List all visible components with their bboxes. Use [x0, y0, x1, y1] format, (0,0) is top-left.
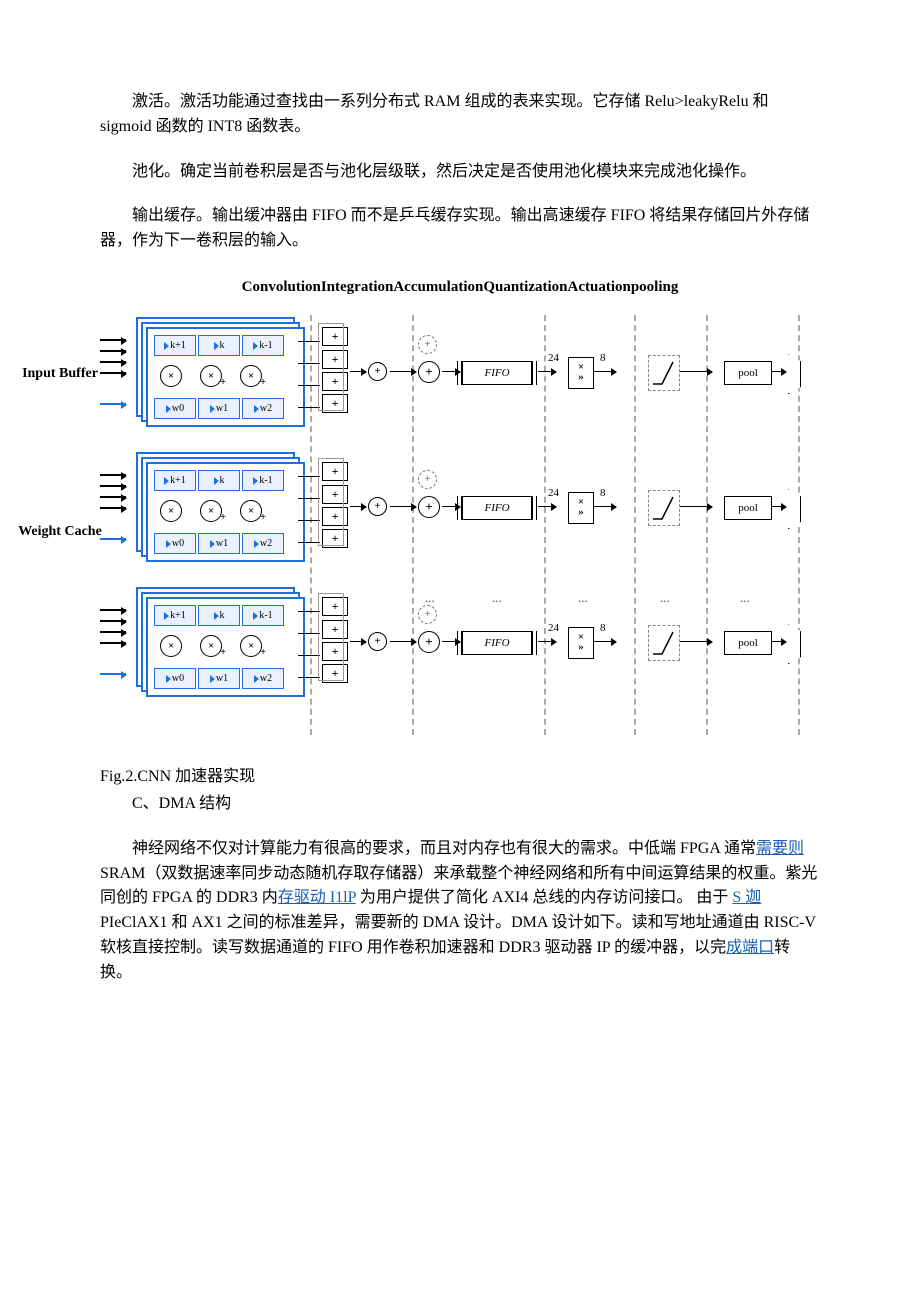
multiply-add-icon: × — [200, 365, 222, 387]
accumulator-icon: + — [418, 361, 440, 383]
link-sjia[interactable]: S 迦 — [732, 889, 761, 906]
reg-cell: k+1 — [154, 335, 196, 356]
text-run: 为用户提供了简化 AXI4 总线的内存访问接口。 由于 — [356, 889, 732, 906]
weight-cell: w2 — [242, 398, 284, 419]
input-arrows — [100, 333, 132, 413]
paragraph-activation: 激活。激活功能通过查找由一系列分布式 RAM 组成的表来实现。它存储 Relu>… — [100, 90, 820, 140]
link-chengduankou[interactable]: 成端口 — [726, 939, 774, 956]
side-label-input-buffer: Input Buffer — [15, 363, 105, 385]
pipeline-lane: k+1kk-1 ××× w0w1w2 ++++ + ++ FIFO 24 ×» … — [100, 450, 820, 570]
reg-cell: k-1 — [242, 335, 284, 356]
paragraph-pooling: 池化。确定当前卷积层是否与池化层级联，然后决定是否使用池化模块来完成池化操作。 — [100, 160, 820, 185]
reg-cell: k — [198, 335, 240, 356]
figure-subcaption: C、DMA 结构 — [100, 792, 820, 817]
paragraph-output-cache: 输出缓存。输出缓冲器由 FIFO 而不是乒乓缓存实现。输出高速缓存 FIFO 将… — [100, 204, 820, 254]
output-mux-icon — [788, 354, 801, 394]
bits-in-label: 24 — [548, 350, 559, 367]
adder-stack: + + + + — [322, 327, 352, 413]
multiply-icon: × — [160, 365, 182, 387]
figure-caption: Fig.2.CNN 加速器实现 — [100, 765, 820, 790]
activation-block — [648, 355, 680, 391]
side-label-weight-cache: Weight Cache — [15, 521, 105, 543]
paragraph-dma: 神经网络不仅对计算能力有很高的要求，而且对内存也有很大的需求。中低端 FPGA … — [100, 837, 820, 986]
pipeline-lane: k+1kk-1 ××× w0w1w2 ++++ + ++ FIFO 24 ×» … — [100, 585, 820, 705]
text-run: 神经网络不仅对计算能力有很高的要求，而且对内存也有很大的需求。中低端 FPGA … — [132, 840, 756, 857]
weight-cell: w0 — [154, 398, 196, 419]
bits-out-label: 8 — [600, 350, 606, 367]
link-xuyao[interactable]: 需要则 — [756, 840, 804, 857]
quantize-block: × » — [568, 357, 594, 389]
link-driver-ip[interactable]: 存驱动 I1lP — [278, 889, 356, 906]
pipeline-lane: k+1 k k-1 × × × w0 w1 w2 — [100, 315, 820, 435]
figure-heading: ConvolutionIntegrationAccumulationQuanti… — [100, 276, 820, 299]
fifo-block: FIFO — [462, 361, 532, 385]
multiply-add-icon: × — [240, 365, 262, 387]
convolution-block: k+1 k k-1 × × × w0 w1 w2 — [136, 317, 291, 417]
text-run: PIeClAX1 和 AX1 之间的标准差异，需要新的 DMA 设计。DMA 设… — [100, 914, 816, 956]
pool-block: pool — [724, 361, 772, 385]
adder-circle-icon: + — [368, 362, 387, 381]
cnn-pipeline-diagram: Input Buffer Weight Cache k+1 k k-1 × × — [100, 315, 820, 735]
feedback-adder-icon: + — [418, 335, 437, 354]
weight-cell: w1 — [198, 398, 240, 419]
